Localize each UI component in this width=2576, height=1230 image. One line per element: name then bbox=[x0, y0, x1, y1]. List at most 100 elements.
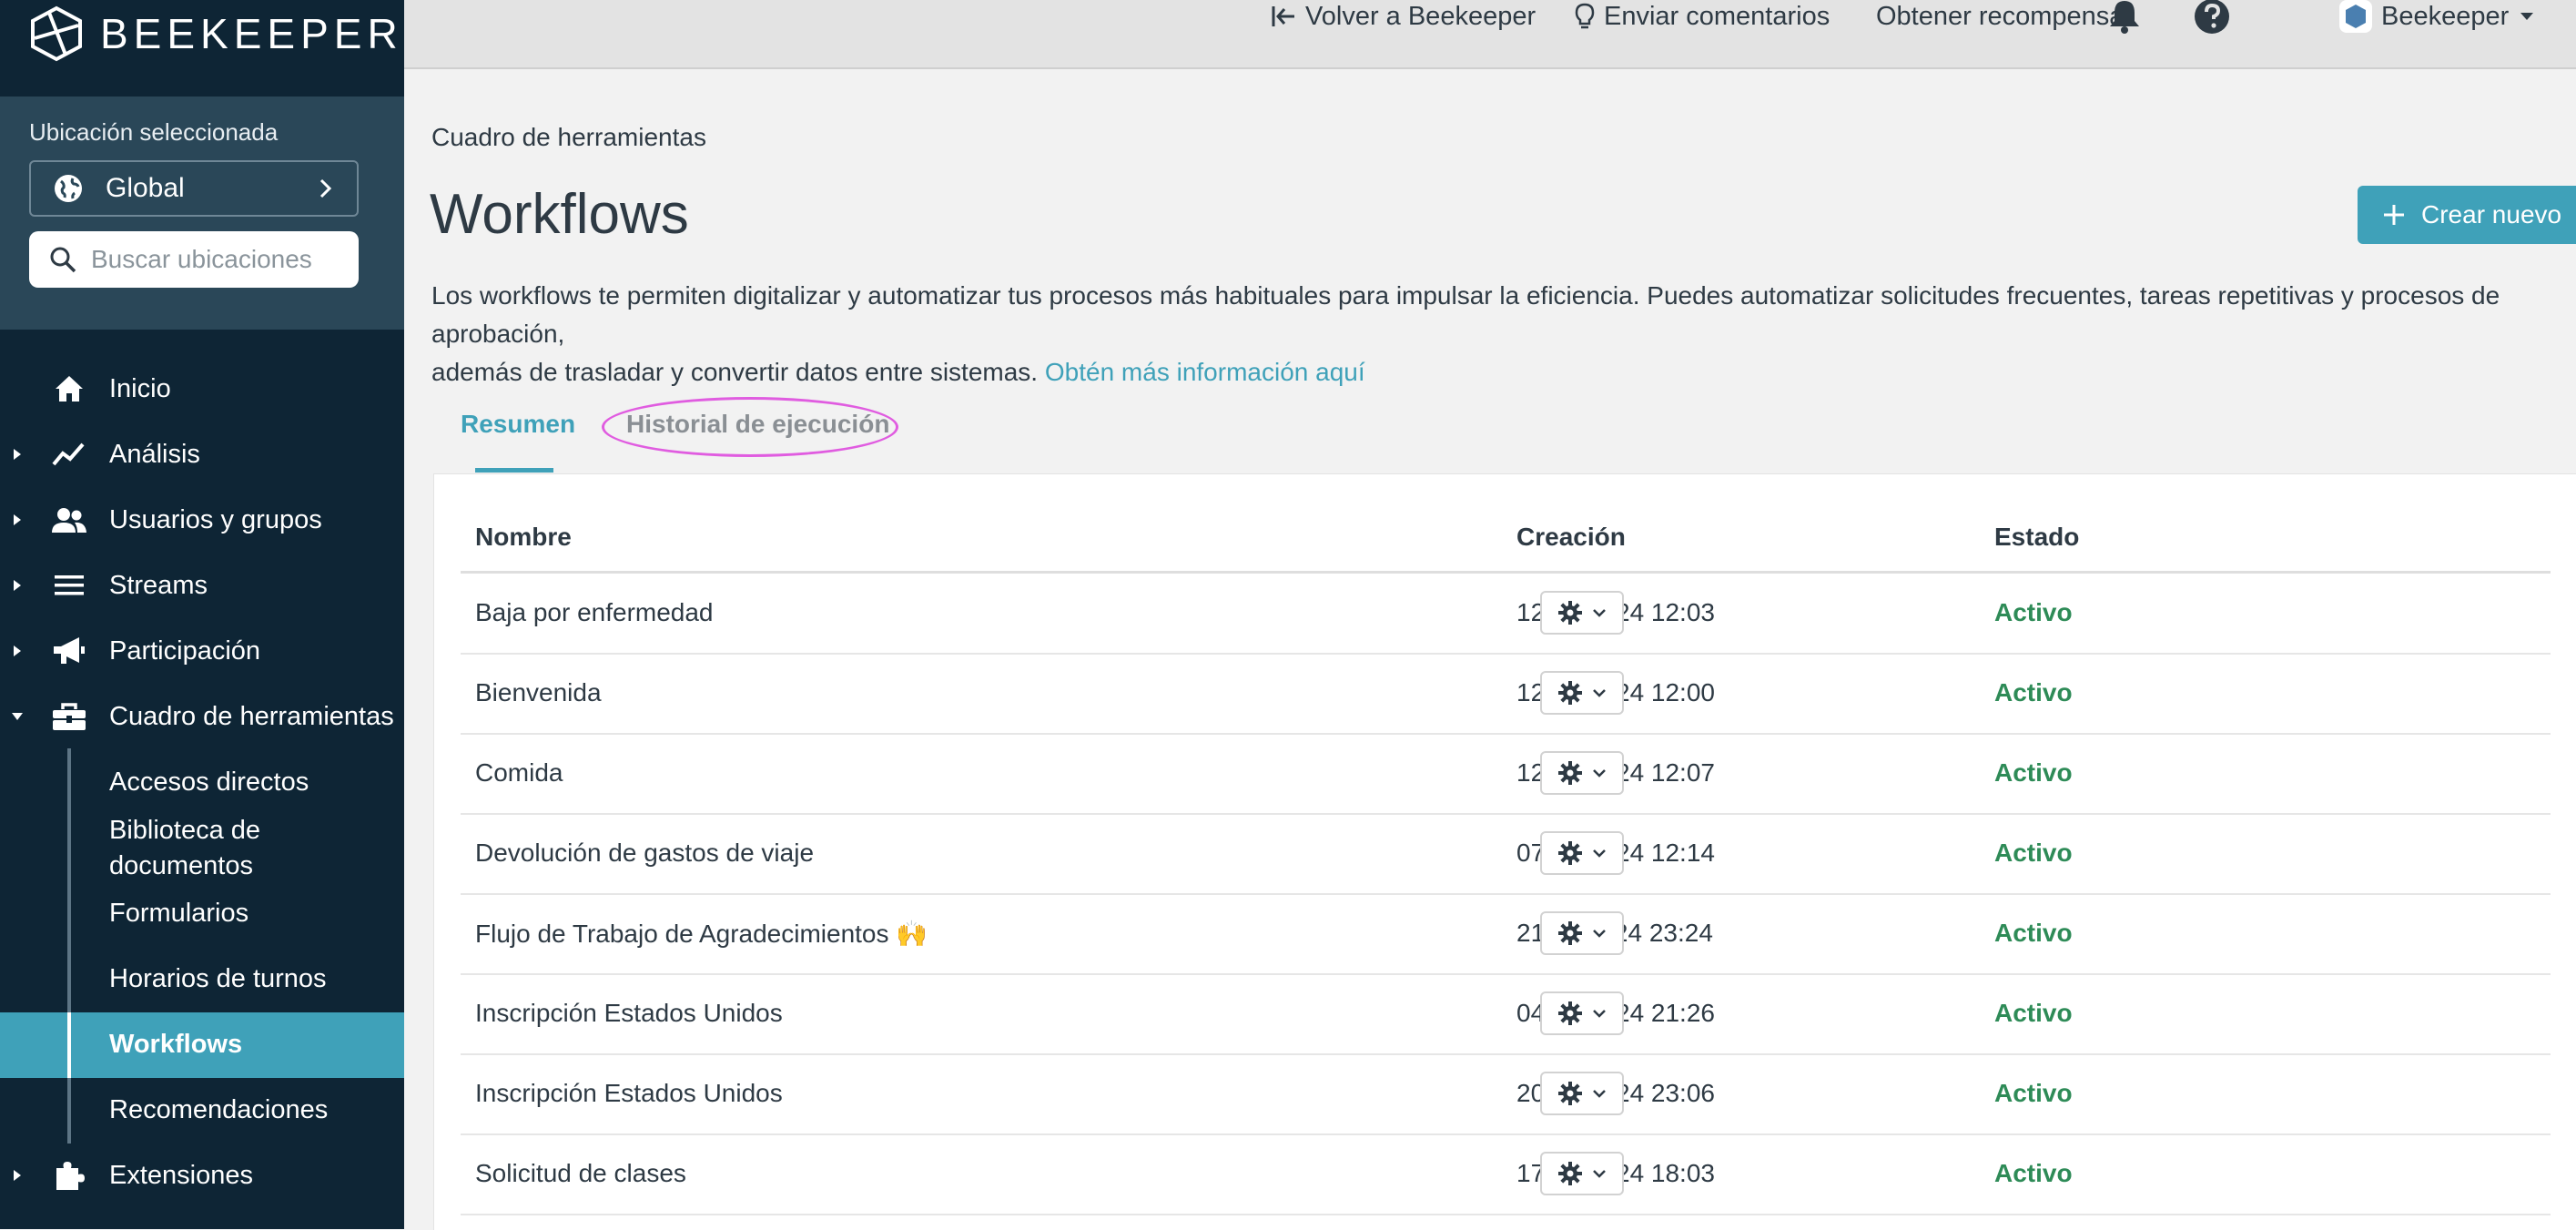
table-row[interactable]: Flujo de Trabajo de Agradecimientos 🙌21.… bbox=[461, 893, 2551, 975]
location-search-input[interactable] bbox=[89, 244, 348, 275]
gear-icon bbox=[1558, 1082, 1582, 1105]
row-actions-button[interactable] bbox=[1540, 831, 1624, 875]
lightbulb-icon bbox=[1575, 3, 1595, 29]
cell-status: Activo bbox=[1994, 839, 2073, 867]
table-row[interactable]: Solicitud de clases17.12.2024 18:03Activ… bbox=[461, 1133, 2551, 1215]
back-to-beekeeper-link[interactable]: Volver a Beekeeper bbox=[1271, 0, 1536, 33]
cell-status: Activo bbox=[1994, 919, 2073, 947]
nav-item-analisis[interactable]: Análisis bbox=[0, 422, 404, 487]
cell-name[interactable]: Devolución de gastos de viaje bbox=[475, 813, 814, 893]
cell-status: Activo bbox=[1994, 999, 2073, 1027]
chevron-down-icon bbox=[1593, 689, 1606, 697]
cell-status: Activo bbox=[1994, 1159, 2073, 1187]
cell-status: Activo bbox=[1994, 1079, 2073, 1107]
toolbox-icon bbox=[51, 698, 87, 735]
learn-more-link[interactable]: Obtén más información aquí bbox=[1045, 358, 1365, 386]
nav-item-extensiones[interactable]: Extensiones bbox=[0, 1143, 404, 1208]
caret-right-icon bbox=[11, 1169, 24, 1182]
table-row[interactable]: Bienvenida12.03.2024 12:00Activo bbox=[461, 653, 2551, 735]
table-row[interactable]: Baja por enfermedad12.03.2024 12:03Activ… bbox=[461, 573, 2551, 655]
bell-icon bbox=[2110, 1, 2139, 34]
user-menu[interactable]: Beekeeper bbox=[2339, 0, 2543, 33]
subnav-item-recomendaciones[interactable]: Recomendaciones bbox=[109, 1093, 328, 1127]
gear-icon bbox=[1558, 681, 1582, 705]
table-row[interactable]: Inscripción Estados Unidos20.12.2024 23:… bbox=[461, 1053, 2551, 1135]
nav-item-inicio[interactable]: Inicio bbox=[0, 356, 404, 422]
nav-item-participacion[interactable]: Participación bbox=[0, 618, 404, 684]
row-actions-button[interactable] bbox=[1540, 991, 1624, 1035]
page-description: Los workflows te permiten digitalizar y … bbox=[431, 277, 2576, 391]
chart-line-icon bbox=[51, 436, 87, 473]
subnav-item-formularios[interactable]: Formularios bbox=[109, 896, 248, 930]
avatar-icon bbox=[2339, 0, 2372, 33]
nav-item-cuadro-herramientas[interactable]: Cuadro de herramientas bbox=[0, 684, 404, 749]
column-header-estado[interactable]: Estado bbox=[1994, 523, 2079, 552]
description-line2: además de trasladar y convertir datos en… bbox=[431, 358, 1039, 386]
cell-name[interactable]: Baja por enfermedad bbox=[475, 573, 714, 653]
subnav-item-horarios-turnos[interactable]: Horarios de turnos bbox=[109, 961, 327, 996]
user-name: Beekeeper bbox=[2381, 1, 2510, 31]
megaphone-icon bbox=[51, 633, 87, 669]
table-row[interactable]: Inscripción Estados Unidos04.06.2024 21:… bbox=[461, 973, 2551, 1055]
caret-right-icon bbox=[11, 645, 24, 657]
gear-icon bbox=[1558, 601, 1582, 625]
table-row[interactable]: Comida12.03.2024 12:07Activo bbox=[461, 733, 2551, 815]
nav-label: Streams bbox=[109, 570, 208, 600]
row-actions-button[interactable] bbox=[1540, 911, 1624, 955]
notifications-button[interactable] bbox=[2108, 0, 2150, 34]
caret-right-icon bbox=[11, 448, 24, 461]
tab-active-underline bbox=[475, 468, 553, 473]
search-icon bbox=[50, 247, 76, 273]
nav-label: Participación bbox=[109, 635, 261, 666]
nav-item-usuarios[interactable]: Usuarios y grupos bbox=[0, 487, 404, 553]
globe-icon bbox=[55, 175, 82, 202]
arrow-left-bar-icon bbox=[1272, 6, 1294, 26]
tab-resumen[interactable]: Resumen bbox=[461, 410, 575, 439]
column-header-creacion[interactable]: Creación bbox=[1516, 523, 1626, 552]
home-icon bbox=[51, 371, 87, 407]
tab-historial-ejecucion[interactable]: Historial de ejecución bbox=[626, 410, 889, 439]
help-button[interactable] bbox=[2194, 0, 2239, 34]
chevron-right-icon bbox=[319, 178, 332, 198]
subnav-item-biblioteca-documentos-line2[interactable]: documentos bbox=[109, 849, 253, 883]
nav-item-streams[interactable]: Streams bbox=[0, 553, 404, 618]
gear-icon bbox=[1558, 1162, 1582, 1185]
users-icon bbox=[51, 502, 87, 538]
cell-name[interactable]: Solicitud de clases bbox=[475, 1133, 686, 1214]
chevron-down-icon bbox=[1593, 849, 1606, 858]
subnav-item-biblioteca-documentos[interactable]: Biblioteca de bbox=[109, 813, 260, 848]
cell-status: Activo bbox=[1994, 758, 2073, 787]
row-actions-button[interactable] bbox=[1540, 671, 1624, 715]
send-feedback-link[interactable]: Enviar comentarios bbox=[1575, 0, 1830, 33]
reward-label: Obtener recompensa bbox=[1876, 1, 2125, 31]
location-selector-button[interactable]: Global bbox=[29, 160, 359, 217]
cell-name[interactable]: Bienvenida bbox=[475, 653, 602, 733]
cell-name[interactable]: Flujo de Trabajo de Agradecimientos 🙌 bbox=[475, 893, 928, 973]
breadcrumb[interactable]: Cuadro de herramientas bbox=[431, 123, 706, 152]
row-actions-button[interactable] bbox=[1540, 1152, 1624, 1195]
top-bar: Volver a Beekeeper Enviar comentarios Ob… bbox=[404, 0, 2576, 69]
sidebar: BEEKEEPER Ubicación seleccionada Global bbox=[0, 0, 404, 1229]
column-header-nombre[interactable]: Nombre bbox=[475, 523, 572, 552]
table-row[interactable]: Devolución de gastos de viaje07.08.2024 … bbox=[461, 813, 2551, 895]
feedback-label: Enviar comentarios bbox=[1604, 1, 1831, 31]
location-search[interactable] bbox=[29, 231, 359, 288]
cell-name[interactable]: Comida bbox=[475, 733, 563, 813]
nav-label: Usuarios y grupos bbox=[109, 504, 322, 534]
nav-label: Extensiones bbox=[109, 1160, 253, 1190]
cell-name[interactable]: Inscripción Estados Unidos bbox=[475, 1053, 783, 1133]
gear-icon bbox=[1558, 841, 1582, 865]
row-actions-button[interactable] bbox=[1540, 1072, 1624, 1115]
chevron-down-icon bbox=[1593, 930, 1606, 938]
row-actions-button[interactable] bbox=[1540, 751, 1624, 795]
create-new-button[interactable]: Crear nuevo bbox=[2358, 186, 2576, 244]
chevron-down-icon bbox=[1593, 769, 1606, 778]
beekeeper-logo[interactable]: BEEKEEPER bbox=[29, 5, 403, 62]
caret-right-icon bbox=[11, 579, 24, 592]
row-actions-button[interactable] bbox=[1540, 591, 1624, 635]
cell-name[interactable]: Inscripción Estados Unidos bbox=[475, 973, 783, 1053]
get-reward-link[interactable]: Obtener recompensa bbox=[1876, 0, 2124, 33]
subnav-item-accesos-directos[interactable]: Accesos directos bbox=[109, 765, 309, 799]
nav-label: Análisis bbox=[109, 439, 200, 469]
subnav-item-workflows[interactable]: Workflows bbox=[109, 1027, 242, 1062]
